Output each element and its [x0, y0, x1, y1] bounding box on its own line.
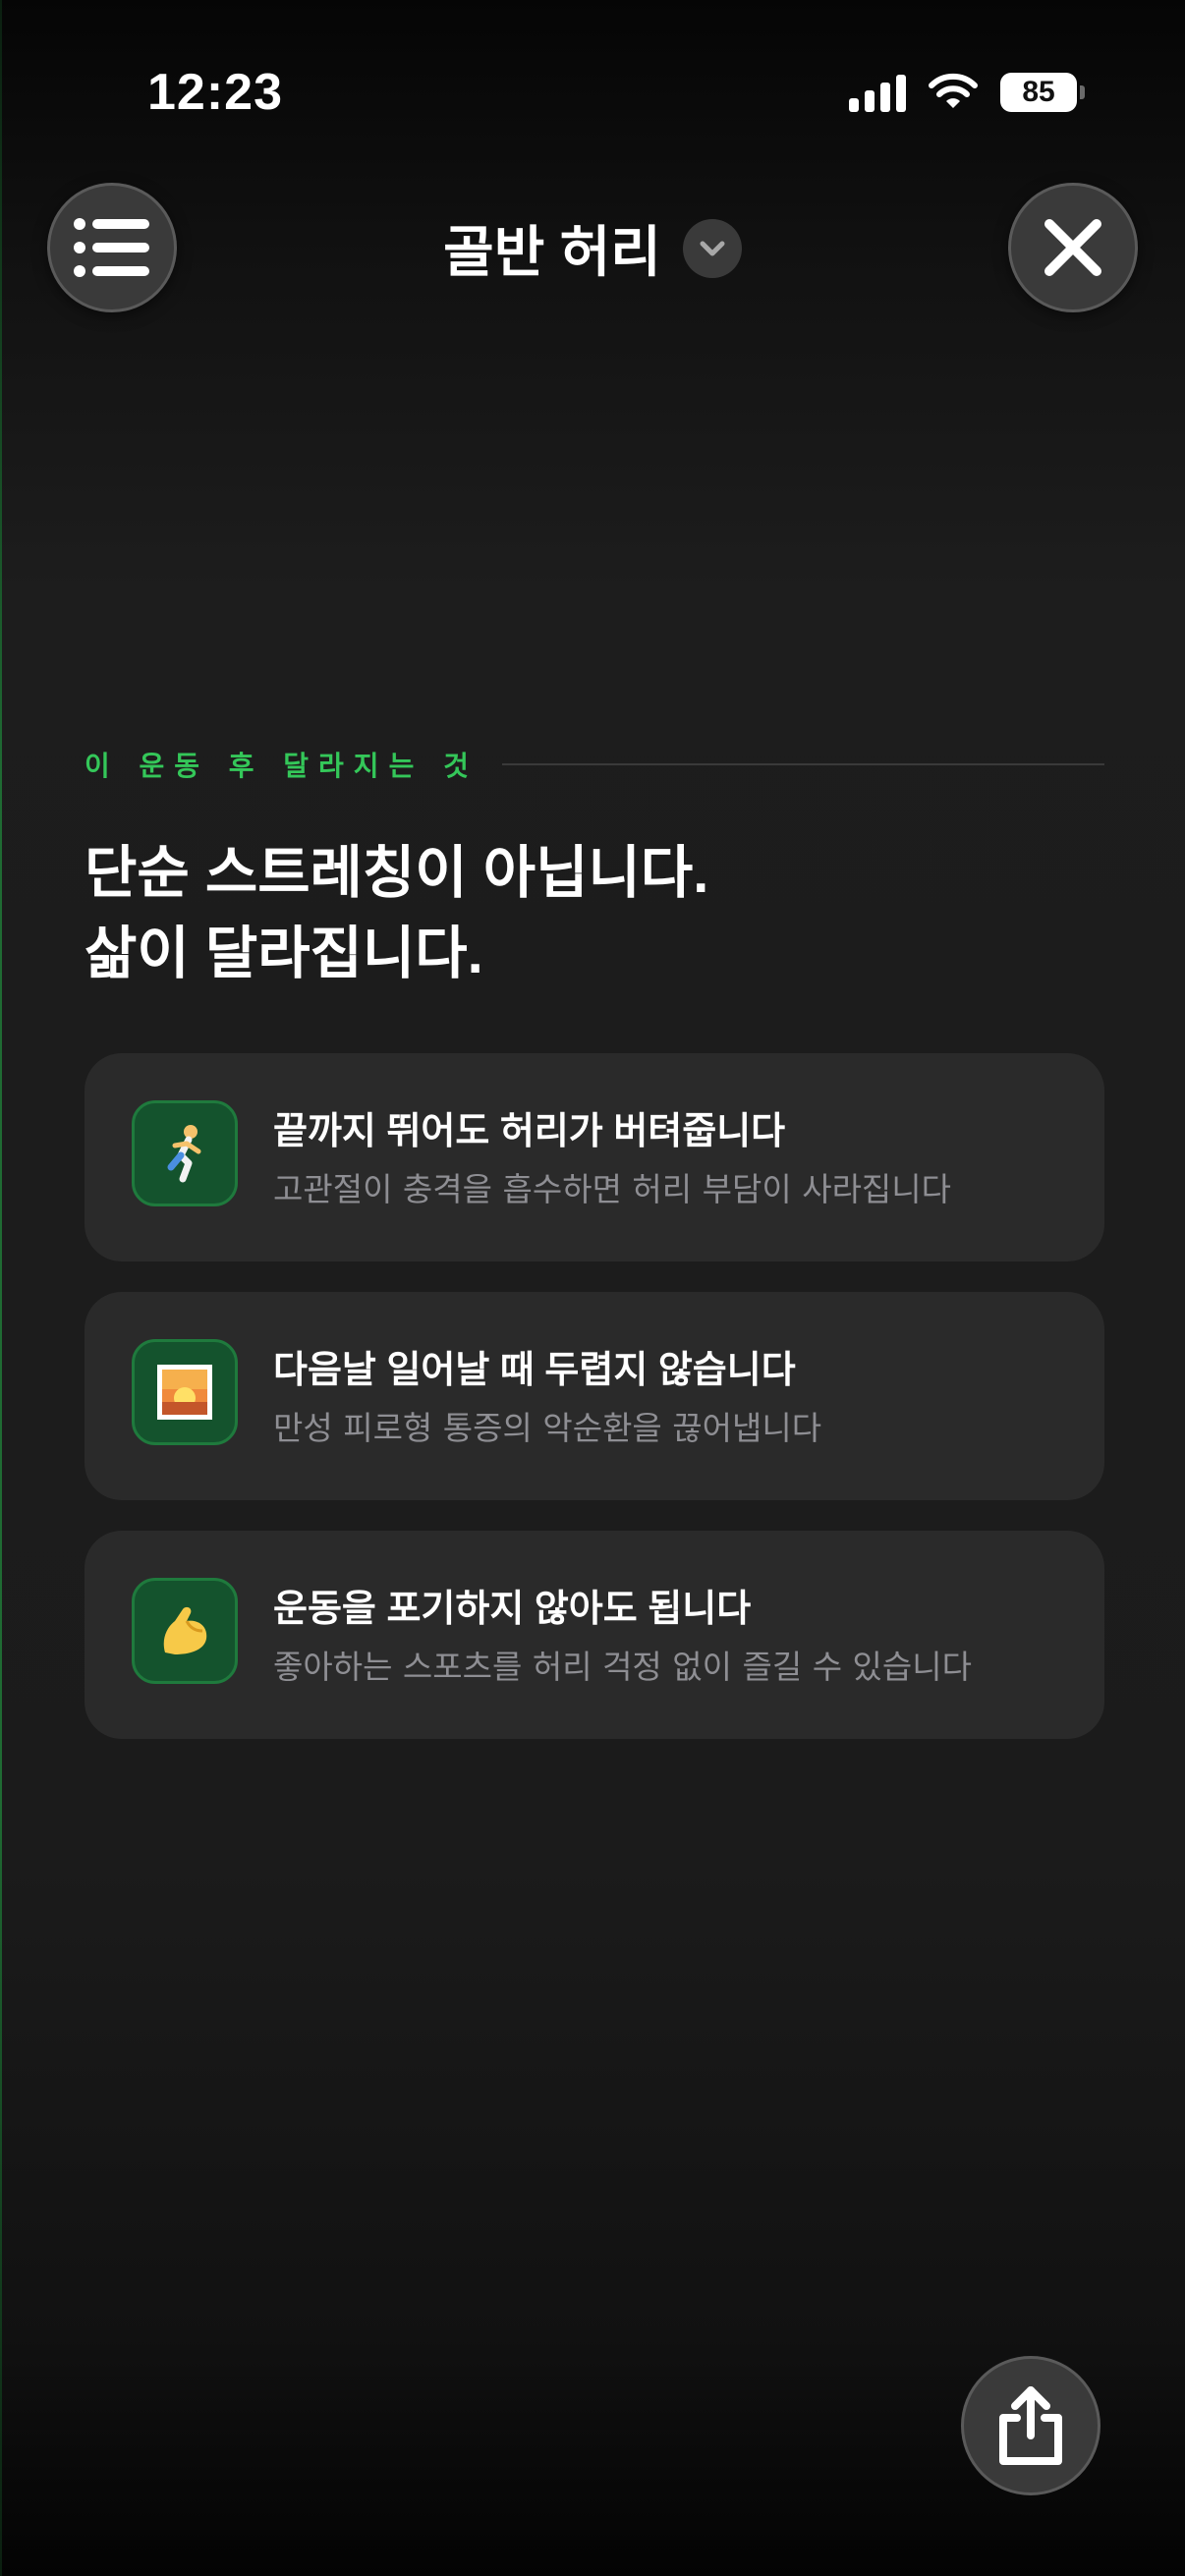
- section-label: 이 운동 후 달라지는 것: [85, 745, 1104, 784]
- section-label-text: 이 운동 후 달라지는 것: [85, 750, 479, 782]
- edge-line: [0, 0, 2, 2576]
- dropdown-toggle[interactable]: [682, 218, 742, 278]
- benefit-card: 운동을 포기하지 않아도 됩니다 좋아하는 스포츠를 허리 걱정 없이 즐길 수…: [85, 1531, 1104, 1739]
- cellular-signal-icon: [849, 73, 906, 112]
- battery-indicator: 85: [1000, 73, 1085, 112]
- benefit-title: 다음날 일어날 때 두렵지 않습니다: [273, 1350, 796, 1391]
- benefit-title: 운동을 포기하지 않아도 됩니다: [273, 1589, 752, 1630]
- running-person-icon: [132, 1100, 238, 1206]
- benefit-card: 끝까지 뛰어도 허리가 버텨줍니다 고관절이 충격을 흡수하면 허리 부담이 사…: [85, 1053, 1104, 1261]
- section-divider: [501, 763, 1104, 765]
- page-title: 골반 허리: [443, 221, 661, 283]
- benefit-description: 만성 피로형 통증의 악순환을 끊어냅니다: [273, 1409, 822, 1447]
- close-icon: [1044, 219, 1101, 276]
- screen: 12:23 85 골반 허리 이 운동 후 달라지는 것 단순 스트레칭이 아닙…: [0, 0, 1185, 2576]
- chevron-down-icon: [700, 241, 725, 255]
- benefit-title: 끝까지 뛰어도 허리가 버텨줍니다: [273, 1111, 786, 1152]
- benefit-description: 고관절이 충격을 흡수하면 허리 부담이 사라집니다: [273, 1170, 952, 1208]
- close-button[interactable]: [1008, 183, 1138, 312]
- headline-line-1: 단순 스트레칭이 아닙니다.: [85, 841, 709, 905]
- share-button[interactable]: [961, 2356, 1100, 2495]
- share-icon: [999, 2386, 1062, 2465]
- benefit-description: 좋아하는 스포츠를 허리 걱정 없이 즐길 수 있습니다: [273, 1648, 972, 1686]
- benefit-card: 다음날 일어날 때 두렵지 않습니다 만성 피로형 통증의 악순환을 끊어냅니다: [85, 1292, 1104, 1500]
- wifi-icon: [929, 73, 978, 108]
- headline: 단순 스트레칭이 아닙니다. 삶이 달라집니다.: [85, 833, 1106, 994]
- sunrise-icon: [132, 1339, 238, 1445]
- status-time: 12:23: [147, 64, 283, 121]
- flexed-biceps-icon: [132, 1578, 238, 1684]
- status-icons: 85: [849, 73, 1085, 112]
- headline-line-2: 삶이 달라집니다.: [85, 922, 483, 985]
